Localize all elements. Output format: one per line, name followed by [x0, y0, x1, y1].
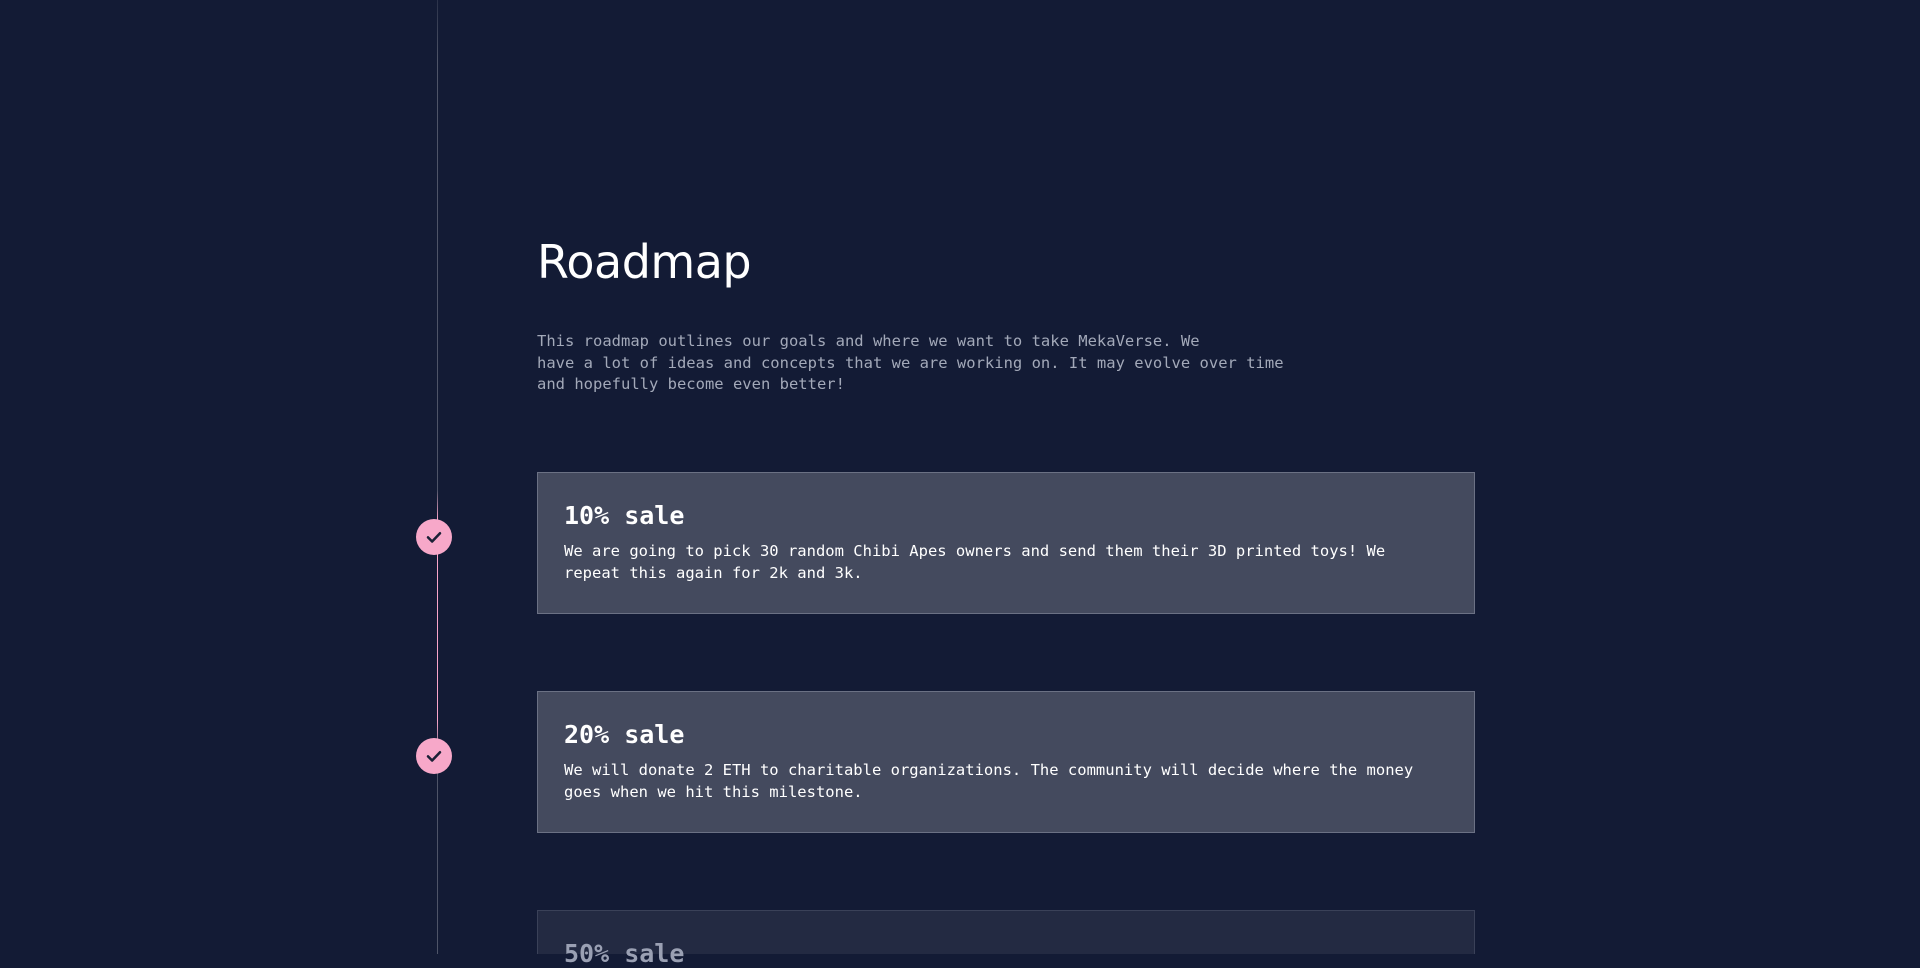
milestone-card-50: 50% sale: [537, 910, 1475, 968]
milestone-description: We will donate 2 ETH to charitable organ…: [564, 761, 1414, 801]
milestone-2-check: [416, 738, 452, 774]
roadmap-intro: This roadmap outlines our goals and wher…: [537, 332, 1284, 393]
timeline-line: [437, 0, 438, 954]
check-icon: [426, 750, 442, 762]
milestone-title: 10% sale: [564, 501, 685, 530]
milestone-description: We are going to pick 30 random Chibi Ape…: [564, 542, 1386, 582]
page-title: Roadmap: [537, 235, 752, 289]
check-icon: [426, 531, 442, 543]
milestone-card-10: 10% sale We are going to pick 30 random …: [537, 472, 1475, 614]
milestone-1-check: [416, 519, 452, 555]
milestone-card-20: 20% sale We will donate 2 ETH to charita…: [537, 691, 1475, 833]
milestone-title: 20% sale: [564, 720, 685, 749]
milestone-title: 50% sale: [564, 939, 685, 968]
